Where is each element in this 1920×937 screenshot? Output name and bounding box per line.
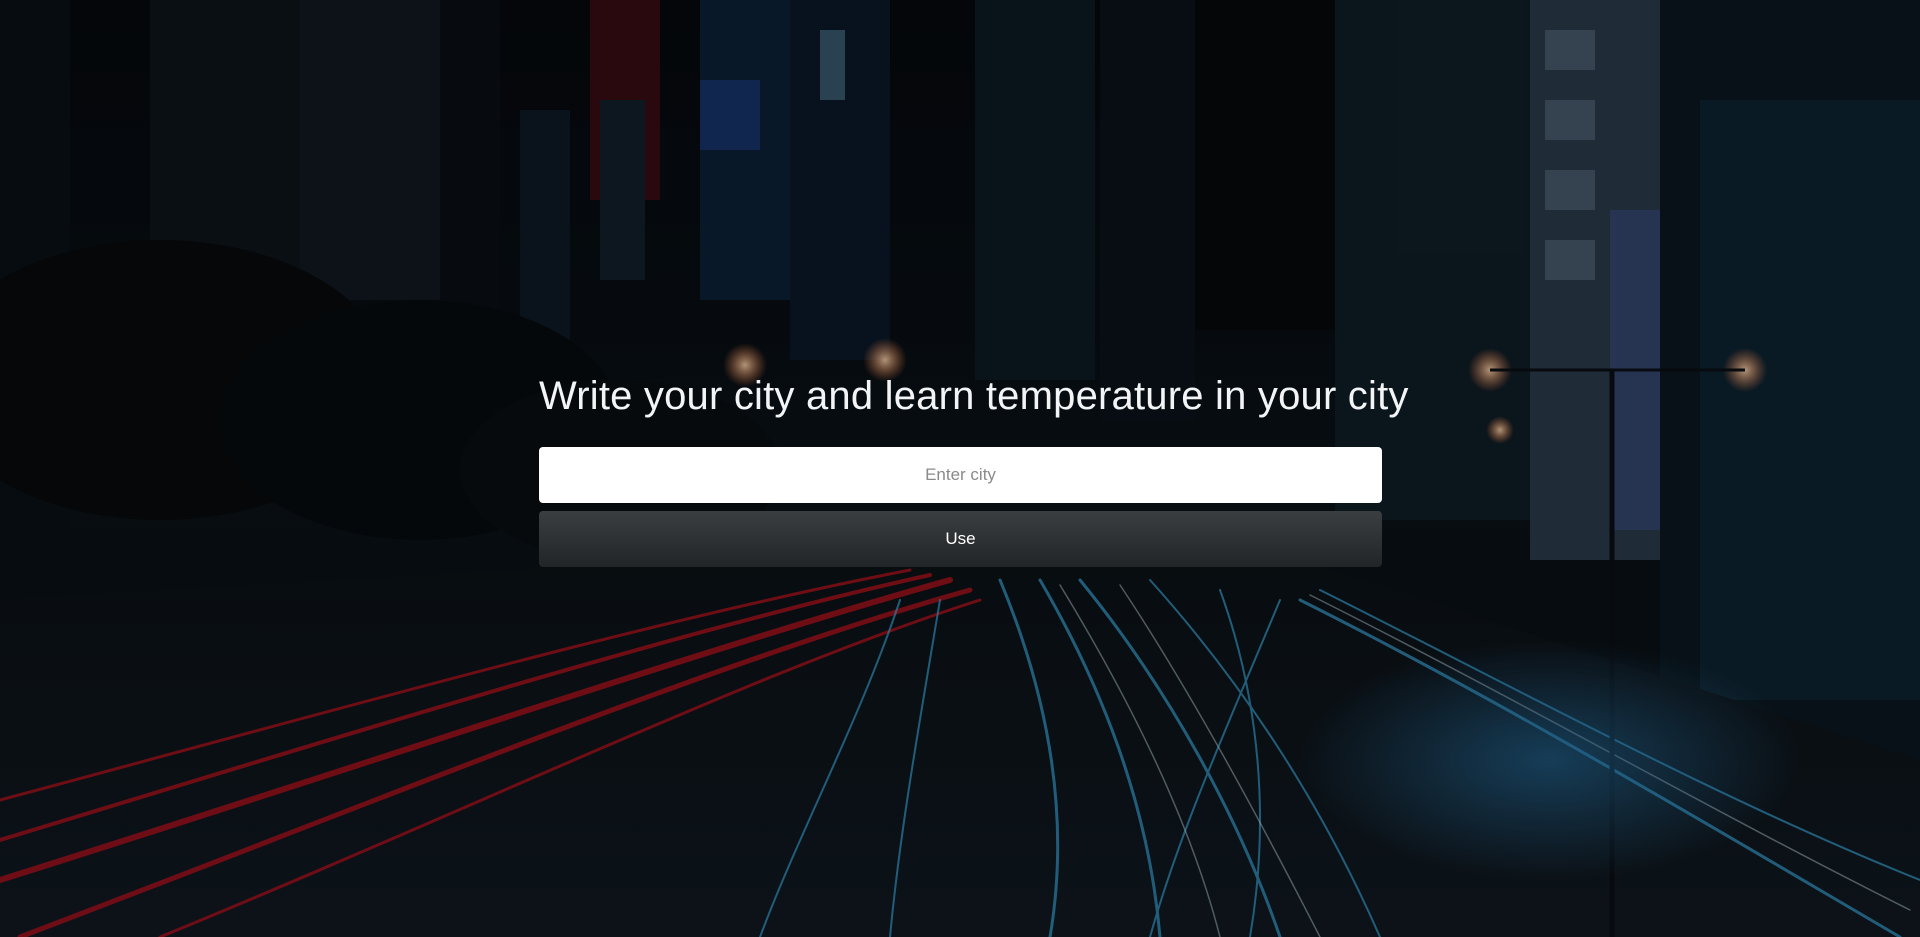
page-root: Write your city and learn temperature in… [0,0,1920,937]
city-input[interactable] [539,447,1382,503]
weather-search-form: Write your city and learn temperature in… [539,370,1409,567]
page-title: Write your city and learn temperature in… [539,374,1409,418]
use-button[interactable]: Use [539,511,1382,567]
